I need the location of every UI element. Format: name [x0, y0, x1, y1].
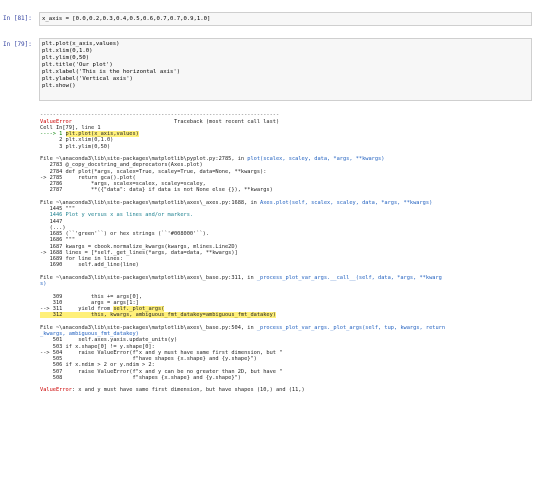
- cell-81-code: x_axis = [0.0,0.2,0.3,0.4,0.5,0.6,0.7,0.…: [42, 16, 211, 22]
- code-line: plt.xlim(0,1.0): [42, 48, 93, 54]
- tb-frame4-func: _process_plot_var_args._plot_args(self, …: [256, 324, 446, 331]
- cell-79-prompt: In [79]:: [3, 41, 32, 48]
- code-line: plt.show(): [42, 83, 76, 89]
- tb-highlight: 312 this, kwargs, ambiguous_fmt_datakey=…: [40, 312, 276, 319]
- tb-final-error: ValueError: x and y must have same first…: [40, 387, 532, 393]
- tb-error-name: ValueError: [40, 118, 72, 125]
- tb-highlight: plt.plot(x_axis,values): [65, 131, 139, 137]
- code-line: plt.ylabel('Vertical axis'): [42, 76, 133, 82]
- cell-79-editor[interactable]: plt.plot(x_axis,values) plt.xlim(0,1.0) …: [39, 38, 532, 101]
- tb-frame1-func: plot(scalex, scaley, data, *args, **kwar…: [247, 156, 385, 162]
- code-line: plt.ylim(0,50): [42, 55, 90, 61]
- tb-highlight: self._plot_args(: [113, 306, 165, 312]
- tb-final-error-msg: : x and y must have same first dimension…: [71, 387, 305, 394]
- code-line: plt.title('Our plot'): [42, 62, 113, 68]
- traceback-output: ----------------------------------------…: [40, 106, 532, 400]
- tb-frame2-func: Axes.plot(self, scalex, scaley, data, *a…: [260, 199, 433, 206]
- cell-81-prompt: In [81]:: [3, 15, 32, 22]
- tb-final-error-name: ValueError: [40, 387, 72, 394]
- tb-frame3-func: _process_plot_var_args.__call__(self, da…: [256, 274, 442, 281]
- cell-81-editor[interactable]: x_axis = [0.0,0.2,0.3,0.4,0.5,0.6,0.7,0.…: [39, 12, 532, 26]
- code-line: plt.plot(x_axis,values): [42, 41, 120, 47]
- code-line: plt.xlabel('This is the horizontal axis'…: [42, 69, 181, 75]
